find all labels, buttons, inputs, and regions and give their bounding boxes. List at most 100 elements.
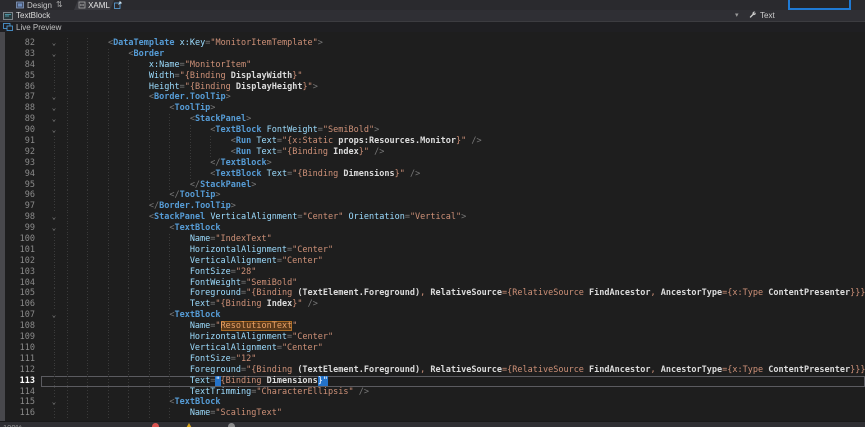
- zoom-level-label[interactable]: 100%: [3, 423, 22, 427]
- fold-collapse-icon[interactable]: ⌄: [41, 49, 67, 60]
- indent-guide: [108, 256, 128, 267]
- code-line[interactable]: 89⌄<StackPanel>: [0, 114, 865, 125]
- code-line[interactable]: 101HorizontalAlignment="Center": [0, 245, 865, 256]
- tab-design[interactable]: Design: [16, 0, 52, 10]
- indent-guide: [108, 299, 128, 310]
- code-text: <TextBlock: [67, 223, 865, 234]
- code-line[interactable]: 100Name="IndexText": [0, 234, 865, 245]
- indent-guide: [128, 343, 148, 354]
- code-line[interactable]: 83⌄<Border: [0, 49, 865, 60]
- fold-collapse-icon[interactable]: ⌄: [41, 223, 67, 234]
- indent-guide: [169, 267, 189, 278]
- code-line[interactable]: 108Name="ResolutionText": [0, 321, 865, 332]
- code-line[interactable]: 92<Run Text="{Binding Index}" />: [0, 147, 865, 158]
- indent-guide: [149, 267, 169, 278]
- indent-guide: [87, 38, 107, 49]
- code-line[interactable]: 104FontWeight="SemiBold": [0, 278, 865, 289]
- code-line[interactable]: 102VerticalAlignment="Center": [0, 256, 865, 267]
- fold-collapse-icon[interactable]: ⌄: [41, 114, 67, 125]
- indent-guide: [108, 114, 128, 125]
- code-line[interactable]: 84x:Name="MonitorItem": [0, 60, 865, 71]
- indent-guide: [190, 169, 210, 180]
- code-editor[interactable]: 82⌄<DataTemplate x:Key="MonitorItemTempl…: [0, 32, 865, 421]
- code-line[interactable]: 111FontSize="12": [0, 354, 865, 365]
- indent-guide: [87, 114, 107, 125]
- code-line[interactable]: 90⌄<TextBlock FontWeight="SemiBold">: [0, 125, 865, 136]
- error-icon[interactable]: [152, 423, 159, 427]
- indent-guide: [169, 376, 189, 387]
- fold-collapse-icon[interactable]: ⌄: [41, 212, 67, 223]
- indent-guide: [128, 408, 148, 419]
- indent-guide: [87, 147, 107, 158]
- code-line[interactable]: 99⌄<TextBlock: [0, 223, 865, 234]
- indent-guide: [128, 169, 148, 180]
- indent-guide: [169, 125, 189, 136]
- tab-xaml[interactable]: XAML: [76, 0, 112, 10]
- fold-region-guide: [41, 387, 67, 398]
- line-number: 82: [0, 38, 41, 49]
- indent-guide: [67, 114, 87, 125]
- code-line[interactable]: 115⌄<TextBlock: [0, 397, 865, 408]
- fold-region-guide: [41, 365, 67, 376]
- line-number: 89: [0, 114, 41, 125]
- indent-guide: [108, 180, 128, 191]
- code-line[interactable]: 95</StackPanel>: [0, 180, 865, 191]
- indent-guide: [149, 125, 169, 136]
- code-line[interactable]: 98⌄<StackPanel VerticalAlignment="Center…: [0, 212, 865, 223]
- fold-collapse-icon[interactable]: ⌄: [41, 92, 67, 103]
- breadcrumb-element-name[interactable]: TextBlock: [16, 11, 50, 20]
- indent-guide: [149, 343, 169, 354]
- code-line[interactable]: 86Height="{Binding DisplayHeight}">: [0, 82, 865, 93]
- fold-collapse-icon[interactable]: ⌄: [41, 310, 67, 321]
- message-icon[interactable]: [228, 423, 235, 427]
- indent-guide: [128, 365, 148, 376]
- indent-guide: [149, 190, 169, 201]
- code-line[interactable]: 114TextTrimming="CharacterEllipsis" />: [0, 387, 865, 398]
- fold-collapse-icon[interactable]: ⌄: [41, 397, 67, 408]
- code-line[interactable]: 87⌄<Border.ToolTip>: [0, 92, 865, 103]
- fold-region-guide: [41, 278, 67, 289]
- code-line[interactable]: 107⌄<TextBlock: [0, 310, 865, 321]
- code-line[interactable]: 88⌄<ToolTip>: [0, 103, 865, 114]
- code-line[interactable]: 93</TextBlock>: [0, 158, 865, 169]
- line-number: 108: [0, 321, 41, 332]
- live-preview-label[interactable]: Live Preview: [16, 23, 61, 32]
- indent-guide: [67, 321, 87, 332]
- swap-panes-icon[interactable]: ⇅: [56, 0, 63, 9]
- code-line[interactable]: 106Text="{Binding Index}" />: [0, 299, 865, 310]
- chevron-down-icon[interactable]: ▾: [735, 11, 739, 19]
- code-line[interactable]: 91<Run Text="{x:Static props:Resources.M…: [0, 136, 865, 147]
- code-line[interactable]: 94<TextBlock Text="{Binding Dimensions}"…: [0, 169, 865, 180]
- code-text: TextTrimming="CharacterEllipsis" />: [67, 387, 865, 398]
- fold-region-guide: [41, 288, 67, 299]
- code-line[interactable]: 103FontSize="28": [0, 267, 865, 278]
- warning-icon[interactable]: [185, 423, 193, 427]
- code-line[interactable]: 85Width="{Binding DisplayWidth}": [0, 71, 865, 82]
- line-number: 91: [0, 136, 41, 147]
- indent-guide: [87, 354, 107, 365]
- fold-collapse-icon[interactable]: ⌄: [41, 38, 67, 49]
- code-line[interactable]: 113Text="{Binding Dimensions}": [0, 376, 865, 387]
- indent-guide: [149, 256, 169, 267]
- code-line[interactable]: 109HorizontalAlignment="Center": [0, 332, 865, 343]
- code-line[interactable]: 116Name="ScalingText": [0, 408, 865, 419]
- indent-guide: [87, 201, 107, 212]
- code-text: </StackPanel>: [67, 180, 865, 191]
- code-line[interactable]: 97</Border.ToolTip>: [0, 201, 865, 212]
- indent-guide: [67, 408, 87, 419]
- code-text: <ToolTip>: [67, 103, 865, 114]
- code-line[interactable]: 110VerticalAlignment="Center": [0, 343, 865, 354]
- breadcrumb-property-context[interactable]: Text: [760, 11, 775, 20]
- fold-region-guide: [41, 136, 67, 147]
- fold-collapse-icon[interactable]: ⌄: [41, 103, 67, 114]
- popout-new-window-icon[interactable]: [114, 1, 122, 9]
- fold-collapse-icon[interactable]: ⌄: [41, 125, 67, 136]
- code-line[interactable]: 105Foreground="{Binding (TextElement.For…: [0, 288, 865, 299]
- indent-guide: [87, 321, 107, 332]
- code-line[interactable]: 112Foreground="{Binding (TextElement.For…: [0, 365, 865, 376]
- indent-guide: [108, 310, 128, 321]
- code-line[interactable]: 96</ToolTip>: [0, 190, 865, 201]
- indent-guide: [108, 169, 128, 180]
- indent-guide: [87, 158, 107, 169]
- code-line[interactable]: 82⌄<DataTemplate x:Key="MonitorItemTempl…: [0, 38, 865, 49]
